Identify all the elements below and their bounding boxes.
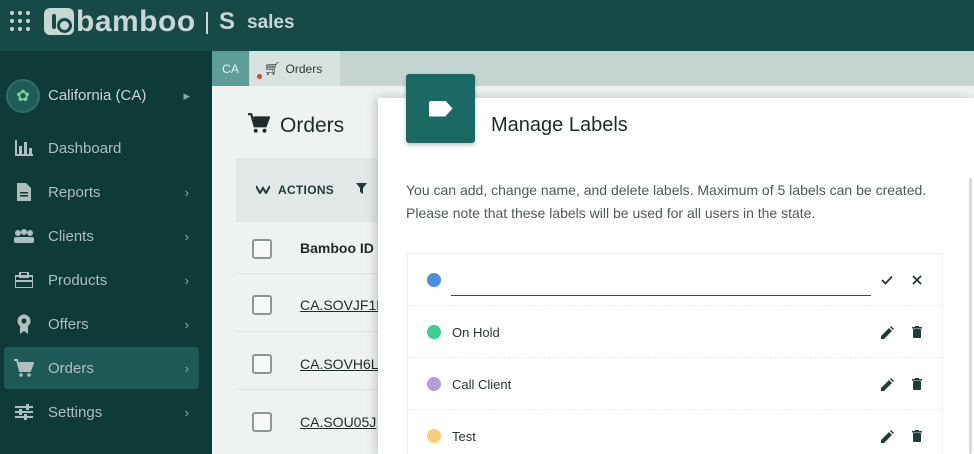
cart-icon: 🛒︎ — [264, 60, 281, 76]
tag-icon — [428, 100, 453, 117]
label-badge — [406, 74, 475, 143]
page-header: Orders — [248, 113, 344, 139]
trash-icon[interactable] — [907, 426, 927, 446]
filter-icon[interactable] — [356, 182, 367, 197]
row-divider — [236, 273, 386, 274]
row-divider — [236, 331, 386, 332]
close-icon[interactable] — [907, 270, 927, 290]
edit-icon[interactable] — [877, 322, 897, 342]
trash-icon[interactable] — [907, 374, 927, 394]
sales-app-mark: S — [219, 8, 236, 35]
document-icon — [14, 182, 34, 202]
sidebar-item-dashboard[interactable]: Dashboard — [4, 127, 199, 169]
row-checkbox[interactable] — [252, 295, 272, 315]
tab-orders[interactable]: 🛒︎ Orders — [250, 51, 340, 86]
color-picker-dot[interactable] — [427, 273, 441, 287]
bar-chart-icon — [14, 138, 34, 158]
unsaved-indicator — [257, 74, 262, 79]
sidebar-item-label: Offers — [48, 315, 89, 333]
label-row: Call Client — [408, 358, 942, 410]
label-name: On Hold — [452, 325, 500, 340]
sidebar-item-label: Settings — [48, 403, 103, 421]
chevron-right-icon: › — [184, 228, 189, 244]
dialog-scrollbar[interactable] — [969, 178, 972, 454]
column-header-bamboo-id[interactable]: Bamboo ID — [300, 240, 374, 256]
sliders-icon — [14, 402, 34, 422]
brand-divider — [206, 12, 208, 34]
tab-label: Orders — [285, 61, 323, 76]
trash-icon[interactable] — [907, 322, 927, 342]
row-checkbox[interactable] — [252, 412, 272, 432]
edit-icon[interactable] — [877, 374, 897, 394]
sidebar-item-products[interactable]: Products › — [4, 259, 199, 301]
sidebar-item-label: Products — [48, 271, 108, 289]
label-color-dot — [427, 325, 441, 339]
chevron-right-icon: ▸ — [183, 88, 190, 103]
bamboo-logo — [44, 8, 74, 35]
labels-list: On Hold Call Client Test — [407, 253, 943, 454]
label-name: Test — [452, 429, 476, 444]
new-label-row — [408, 254, 942, 306]
label-color-dot — [427, 377, 441, 391]
tab-bar: CA 🛒︎ Orders — [212, 51, 974, 86]
cart-icon — [248, 113, 271, 139]
tab-state[interactable]: CA — [212, 51, 249, 86]
row-divider — [236, 389, 386, 390]
new-label-input[interactable] — [451, 268, 871, 296]
sidebar-item-reports[interactable]: Reports › — [4, 171, 199, 213]
row-checkbox[interactable] — [252, 354, 272, 374]
app-grid-icon[interactable] — [10, 11, 30, 31]
sidebar-item-label: Orders — [48, 359, 94, 377]
sidebar-item-label: Reports — [48, 183, 101, 201]
group-icon — [14, 226, 34, 246]
app-name: sales — [247, 12, 295, 33]
select-all-checkbox[interactable] — [252, 239, 272, 259]
cart-icon — [14, 358, 34, 378]
sidebar-item-label: Dashboard — [48, 139, 122, 157]
chevron-right-icon: › — [184, 404, 189, 420]
actions-button[interactable]: ACTIONS — [278, 183, 334, 197]
order-id-link[interactable]: CA.SOVJF1L — [300, 297, 384, 313]
edit-icon[interactable] — [877, 426, 897, 446]
page-title: Orders — [280, 114, 345, 137]
description-line: Please note that these labels will be us… — [406, 205, 816, 221]
sidebar-item-offers[interactable]: Offers › — [4, 303, 199, 345]
box-icon — [14, 270, 34, 290]
label-name: Call Client — [452, 377, 512, 392]
top-bar: bamboo S sales — [0, 0, 974, 51]
state-selector[interactable]: ✿ California (CA) ▸ — [0, 76, 212, 116]
sidebar-item-settings[interactable]: Settings › — [4, 391, 199, 433]
dialog-title: Manage Labels — [491, 114, 628, 136]
confirm-icon[interactable] — [877, 270, 897, 290]
chevron-right-icon: › — [184, 360, 189, 376]
sidebar: ✿ California (CA) ▸ Dashboard Reports › … — [0, 51, 212, 454]
chevron-right-icon: › — [184, 272, 189, 288]
label-color-dot — [427, 429, 441, 443]
state-label: California (CA) — [48, 87, 147, 104]
actions-icon — [255, 183, 271, 197]
description-line: You can add, change name, and delete lab… — [406, 182, 927, 198]
sidebar-item-orders[interactable]: Orders › — [4, 347, 199, 389]
order-id-link[interactable]: CA.SOU05J — [300, 414, 376, 430]
label-row: Test — [408, 410, 942, 454]
orders-toolbar: ACTIONS — [236, 158, 396, 222]
cannabis-leaf-icon: ✿ — [6, 79, 40, 113]
sidebar-item-label: Clients — [48, 227, 94, 245]
sidebar-item-clients[interactable]: Clients › — [4, 215, 199, 257]
chevron-right-icon: › — [184, 184, 189, 200]
badge-icon — [14, 314, 34, 334]
dialog-description: You can add, change name, and delete lab… — [406, 179, 966, 225]
order-id-link[interactable]: CA.SOVH6L — [300, 356, 379, 372]
label-row: On Hold — [408, 306, 942, 358]
brand-name: bamboo — [76, 5, 196, 38]
chevron-right-icon: › — [184, 316, 189, 332]
